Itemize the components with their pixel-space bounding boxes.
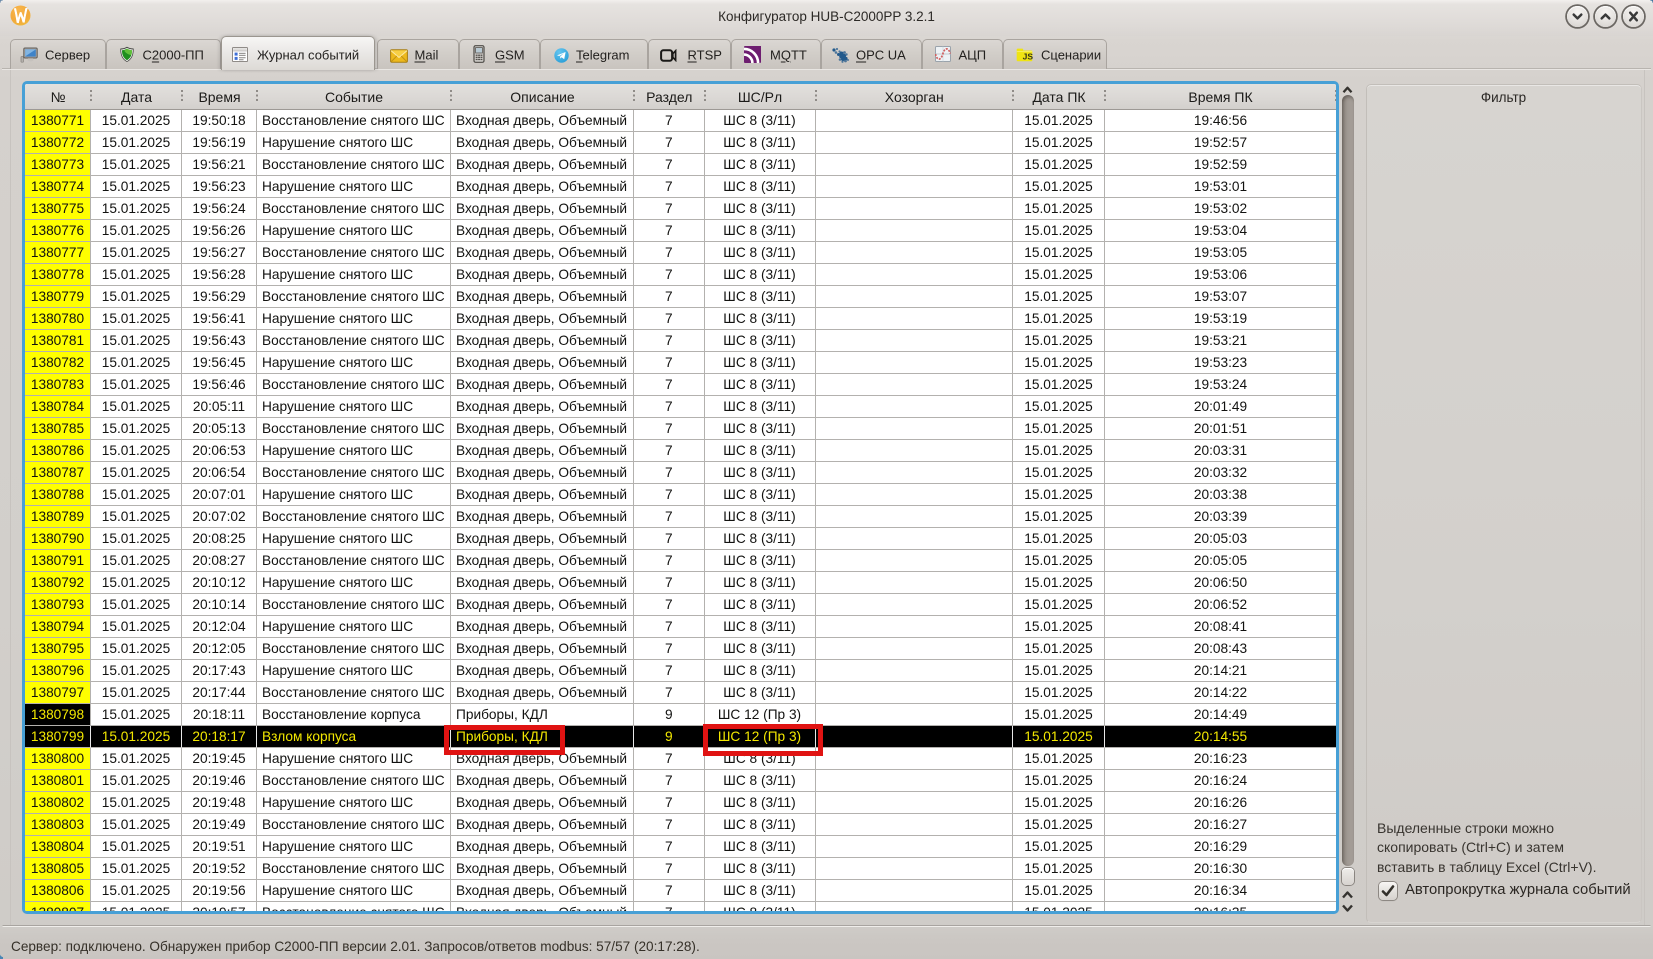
svg-text:JS: JS [1022, 51, 1032, 61]
